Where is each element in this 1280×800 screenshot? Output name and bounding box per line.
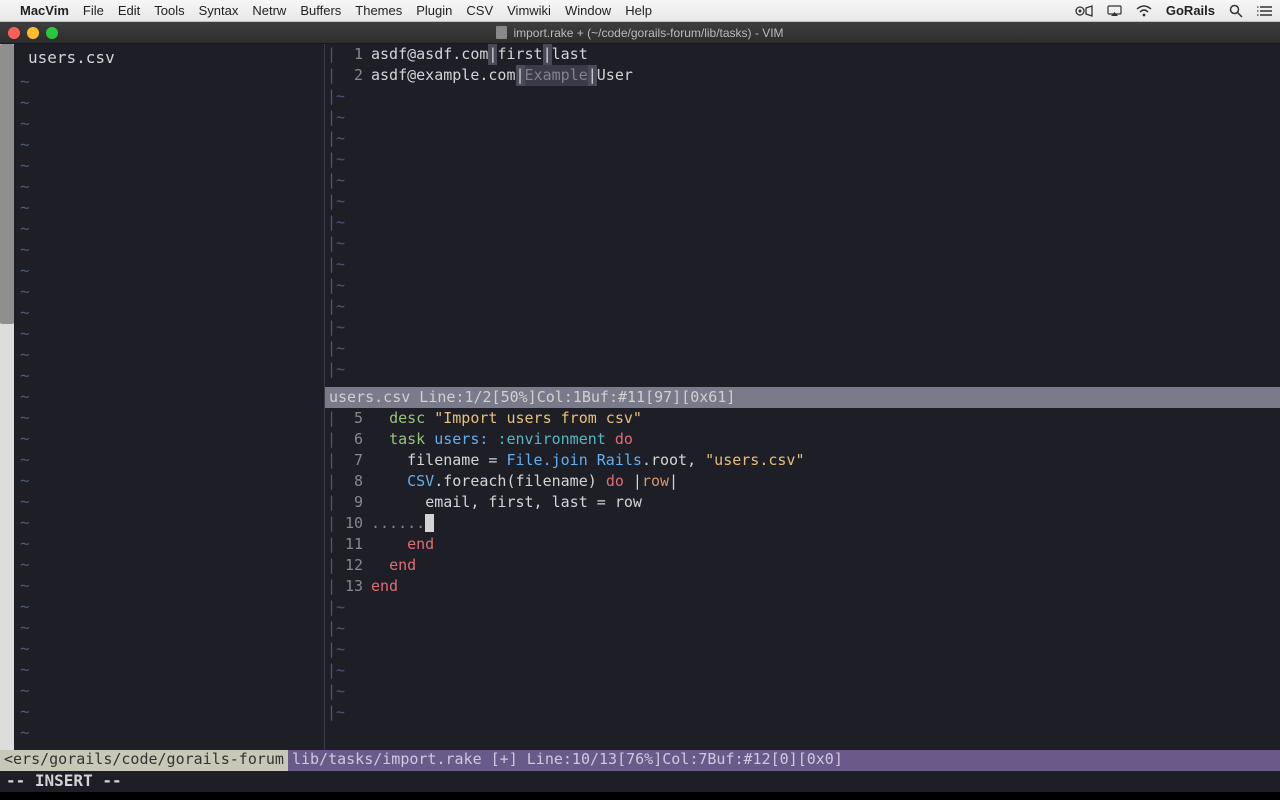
scrollbar-thumb[interactable] xyxy=(0,44,14,324)
macos-menubar: MacVim File Edit Tools Syntax Netrw Buff… xyxy=(0,0,1280,22)
line-number: 2 xyxy=(337,65,371,86)
menu-themes[interactable]: Themes xyxy=(355,3,402,18)
document-icon xyxy=(496,26,507,39)
status-path-left: <ers/gorails/code/gorails-forum xyxy=(0,750,288,771)
spotlight-icon[interactable] xyxy=(1229,4,1243,18)
line-number: 6 xyxy=(337,429,371,450)
bottom-code-pane[interactable]: |5 desc "Import users from csv" |6 task … xyxy=(325,408,1280,751)
window-title: import.rake + (~/code/gorails-forum/lib/… xyxy=(513,26,783,40)
window-titlebar[interactable]: import.rake + (~/code/gorails-forum/lib/… xyxy=(0,22,1280,44)
menu-window[interactable]: Window xyxy=(565,3,611,18)
menu-edit[interactable]: Edit xyxy=(118,3,140,18)
menu-netrw[interactable]: Netrw xyxy=(252,3,286,18)
line-number: 7 xyxy=(337,450,371,471)
scrollbar[interactable] xyxy=(0,44,14,750)
tilde-fill: |~|~|~|~|~|~ xyxy=(325,597,1280,723)
main-status-bar: <ers/gorails/code/gorails-forum lib/task… xyxy=(0,750,1280,771)
line-number: 5 xyxy=(337,408,371,429)
close-button[interactable] xyxy=(8,27,20,39)
maximize-button[interactable] xyxy=(46,27,58,39)
vim-mode-line: -- INSERT -- xyxy=(0,771,1280,792)
line-number: 13 xyxy=(337,576,371,597)
editor-area: users.csv ~~~~~~~~~~~~~~~~~~~~~~~~~~~~~~… xyxy=(0,44,1280,750)
line-number: 12 xyxy=(337,555,371,576)
menu-buffers[interactable]: Buffers xyxy=(300,3,341,18)
split-status-bar: users.csv Line:1/2[50%]Col:1Buf:#11[97][… xyxy=(325,387,1280,408)
menu-syntax[interactable]: Syntax xyxy=(199,3,239,18)
menu-list-icon[interactable] xyxy=(1257,5,1272,17)
airplay-icon[interactable] xyxy=(1107,5,1122,17)
top-code-pane[interactable]: | 1 asdf@asdf.com|first|last | 2 asdf@ex… xyxy=(325,44,1280,387)
menubar-right-label[interactable]: GoRails xyxy=(1166,3,1215,18)
tree-file[interactable]: users.csv xyxy=(14,44,324,71)
file-tree-pane[interactable]: users.csv ~~~~~~~~~~~~~~~~~~~~~~~~~~~~~~… xyxy=(0,44,325,750)
menu-vimwiki[interactable]: Vimwiki xyxy=(507,3,551,18)
status-path-right: lib/tasks/import.rake [+] Line:10/13[76%… xyxy=(288,750,1280,771)
menu-csv[interactable]: CSV xyxy=(466,3,493,18)
line-number: 9 xyxy=(337,492,371,513)
cursor xyxy=(425,514,434,532)
tilde-fill: |~|~|~|~|~|~|~|~|~|~|~|~|~|~ xyxy=(325,86,1280,380)
minimize-button[interactable] xyxy=(27,27,39,39)
menu-tools[interactable]: Tools xyxy=(154,3,184,18)
line-number: 11 xyxy=(337,534,371,555)
line-number: 10 xyxy=(337,513,371,534)
menu-file[interactable]: File xyxy=(83,3,104,18)
menu-plugin[interactable]: Plugin xyxy=(416,3,452,18)
menubar-app-name[interactable]: MacVim xyxy=(20,3,69,18)
wifi-icon[interactable] xyxy=(1136,5,1152,17)
code-panes: | 1 asdf@asdf.com|first|last | 2 asdf@ex… xyxy=(325,44,1280,750)
tilde-fill: ~~~~~~~~~~~~~~~~~~~~~~~~~~~~~~~~ xyxy=(14,71,324,743)
line-number: 8 xyxy=(337,471,371,492)
line-number: 1 xyxy=(337,44,371,65)
menu-help[interactable]: Help xyxy=(625,3,652,18)
screen-record-icon[interactable] xyxy=(1075,5,1093,17)
bottom-border xyxy=(0,792,1280,800)
